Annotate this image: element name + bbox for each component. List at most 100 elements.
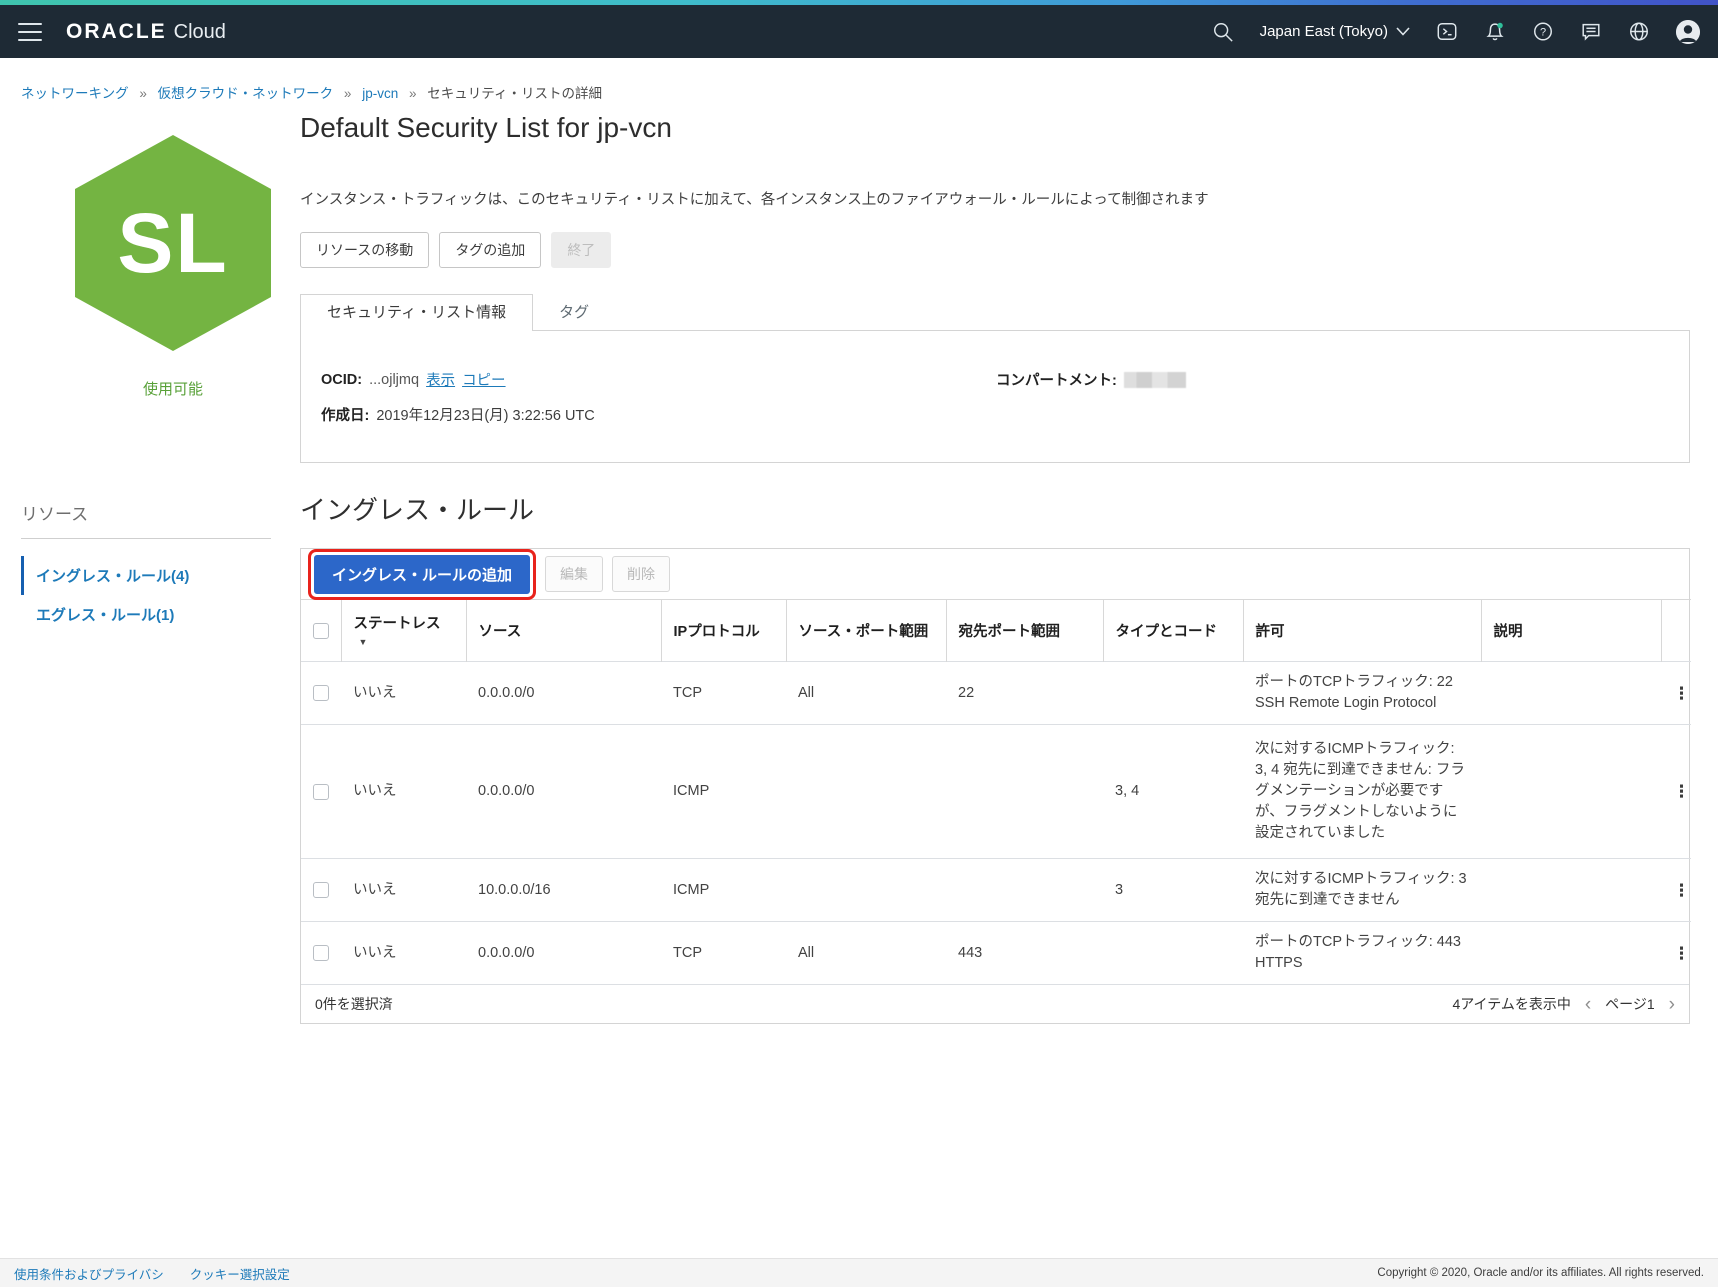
terms-privacy-link[interactable]: 使用条件およびプライバシ bbox=[14, 1264, 164, 1283]
row-kebab-menu-icon[interactable]: ⋮ bbox=[1661, 662, 1691, 725]
ingress-rules-table: ステートレス▼ ソース IPプロトコル ソース・ポート範囲 宛先ポート範囲 タイ… bbox=[301, 599, 1691, 984]
header-type-and-code: タイプとコード bbox=[1103, 600, 1243, 662]
add-ingress-rules-button[interactable]: イングレス・ルールの追加 bbox=[314, 555, 530, 594]
compartment-label: コンパートメント: bbox=[996, 369, 1117, 390]
sidebar-item-ingress-rules[interactable]: イングレス・ルール(4) bbox=[21, 556, 271, 595]
cell-protocol: TCP bbox=[661, 922, 786, 985]
cell-type-code bbox=[1103, 922, 1243, 985]
breadcrumb-networking[interactable]: ネットワーキング bbox=[21, 86, 129, 101]
header-actions bbox=[1661, 600, 1691, 662]
oracle-cloud-logo[interactable]: ORACLE Cloud bbox=[66, 20, 226, 44]
detail-tabs: セキュリティ・リスト情報 タグ bbox=[300, 294, 615, 331]
compartment-redacted-value bbox=[1124, 372, 1186, 388]
ingress-rules-table-container: イングレス・ルールの追加 編集 削除 ステートレス▼ ソース IPプロトコル ソ… bbox=[300, 548, 1690, 1024]
created-value: 2019年12月23日(月) 3:22:56 UTC bbox=[376, 404, 594, 425]
cell-allows: 次に対するICMPトラフィック: 3 宛先に到達できません bbox=[1243, 859, 1481, 922]
page-footer: 使用条件およびプライバシ クッキー選択設定 Copyright © 2020, … bbox=[0, 1258, 1718, 1287]
tab-tags[interactable]: タグ bbox=[533, 295, 615, 331]
cell-dst-port bbox=[946, 859, 1103, 922]
cell-allows: ポートのTCPトラフィック: 443 HTTPS bbox=[1243, 922, 1481, 985]
table-row: いいえ 0.0.0.0/0 TCP All 443 ポートのTCPトラフィック:… bbox=[301, 922, 1691, 985]
cell-stateless: いいえ bbox=[341, 725, 466, 859]
delete-button[interactable]: 削除 bbox=[612, 556, 670, 592]
sidebar-divider bbox=[21, 538, 271, 539]
resource-actions: リソースの移動 タグの追加 終了 bbox=[300, 232, 611, 268]
cookie-preferences-link[interactable]: クッキー選択設定 bbox=[190, 1264, 290, 1283]
cell-source: 0.0.0.0/0 bbox=[466, 725, 661, 859]
table-row: いいえ 10.0.0.0/16 ICMP 3 次に対するICMPトラフィック: … bbox=[301, 859, 1691, 922]
page-indicator: ページ1 bbox=[1605, 994, 1655, 1014]
cell-description bbox=[1481, 725, 1661, 859]
brand-oracle: ORACLE bbox=[66, 20, 167, 44]
sidebar-heading: リソース bbox=[21, 500, 88, 525]
move-resource-button[interactable]: リソースの移動 bbox=[300, 232, 429, 268]
tab-security-list-info[interactable]: セキュリティ・リスト情報 bbox=[300, 294, 533, 331]
row-kebab-menu-icon[interactable]: ⋮ bbox=[1661, 859, 1691, 922]
page-title: Default Security List for jp-vcn bbox=[300, 112, 672, 144]
select-all-header bbox=[301, 600, 341, 662]
edit-button[interactable]: 編集 bbox=[545, 556, 603, 592]
cell-dst-port: 443 bbox=[946, 922, 1103, 985]
selected-count: 0件を選択済 bbox=[315, 994, 393, 1014]
terminate-button[interactable]: 終了 bbox=[551, 232, 611, 268]
header-source-port-range: ソース・ポート範囲 bbox=[786, 600, 946, 662]
table-header-row: ステートレス▼ ソース IPプロトコル ソース・ポート範囲 宛先ポート範囲 タイ… bbox=[301, 600, 1691, 662]
row-checkbox[interactable] bbox=[313, 784, 329, 800]
page-description: インスタンス・トラフィックは、このセキュリティ・リストに加えて、各インスタンス上… bbox=[300, 188, 1209, 209]
status-available: 使用可能 bbox=[75, 378, 271, 399]
row-checkbox[interactable] bbox=[313, 882, 329, 898]
cell-allows: ポートのTCPトラフィック: 22 SSH Remote Login Proto… bbox=[1243, 662, 1481, 725]
badge-text: SL bbox=[117, 195, 228, 292]
ocid-label: OCID: bbox=[321, 372, 362, 388]
cell-dst-port: 22 bbox=[946, 662, 1103, 725]
cell-description bbox=[1481, 859, 1661, 922]
cell-stateless: いいえ bbox=[341, 662, 466, 725]
ocid-copy-link[interactable]: コピー bbox=[462, 369, 506, 390]
row-checkbox[interactable] bbox=[313, 685, 329, 701]
header-description: 説明 bbox=[1481, 600, 1661, 662]
header-ip-protocol: IPプロトコル bbox=[661, 600, 786, 662]
red-highlight-annotation: イングレス・ルールの追加 bbox=[308, 549, 536, 600]
copyright-text: Copyright © 2020, Oracle and/or its affi… bbox=[1377, 1267, 1704, 1279]
page-prev-icon[interactable]: ‹ bbox=[1585, 995, 1591, 1014]
table-toolbar: イングレス・ルールの追加 編集 削除 bbox=[301, 549, 1689, 599]
brand-cloud: Cloud bbox=[174, 21, 226, 44]
main-content: Default Security List for jp-vcn インスタンス・… bbox=[300, 0, 1690, 1287]
cell-protocol: ICMP bbox=[661, 725, 786, 859]
sidebar-nav: イングレス・ルール(4) エグレス・ルール(1) bbox=[21, 556, 271, 634]
cell-dst-port bbox=[946, 725, 1103, 859]
cell-src-port: All bbox=[786, 922, 946, 985]
table-footer: 0件を選択済 4アイテムを表示中 ‹ ページ1 › bbox=[301, 984, 1689, 1023]
cell-source: 0.0.0.0/0 bbox=[466, 922, 661, 985]
cell-source: 10.0.0.0/16 bbox=[466, 859, 661, 922]
cell-stateless: いいえ bbox=[341, 922, 466, 985]
sidebar-item-egress-rules[interactable]: エグレス・ルール(1) bbox=[21, 595, 271, 634]
items-showing: 4アイテムを表示中 bbox=[1452, 994, 1570, 1014]
cell-type-code bbox=[1103, 662, 1243, 725]
cell-type-code: 3 bbox=[1103, 859, 1243, 922]
ocid-value: ...ojljmq bbox=[369, 372, 419, 388]
row-kebab-menu-icon[interactable]: ⋮ bbox=[1661, 922, 1691, 985]
security-list-info-panel: OCID: ...ojljmq 表示 コピー 作成日: 2019年12月23日(… bbox=[300, 330, 1690, 463]
ocid-show-link[interactable]: 表示 bbox=[426, 369, 455, 390]
ingress-rules-heading: イングレス・ルール bbox=[300, 490, 534, 527]
cell-description bbox=[1481, 662, 1661, 725]
header-stateless[interactable]: ステートレス▼ bbox=[341, 600, 466, 662]
row-kebab-menu-icon[interactable]: ⋮ bbox=[1661, 725, 1691, 859]
cell-src-port bbox=[786, 725, 946, 859]
cell-source: 0.0.0.0/0 bbox=[466, 662, 661, 725]
sort-desc-icon: ▼ bbox=[359, 637, 368, 647]
created-label: 作成日: bbox=[321, 404, 369, 425]
cell-protocol: ICMP bbox=[661, 859, 786, 922]
page-next-icon[interactable]: › bbox=[1669, 995, 1675, 1014]
breadcrumb-separator: » bbox=[139, 86, 147, 101]
select-all-checkbox[interactable] bbox=[313, 623, 329, 639]
header-source: ソース bbox=[466, 600, 661, 662]
add-tags-button[interactable]: タグの追加 bbox=[439, 232, 541, 268]
row-checkbox[interactable] bbox=[313, 945, 329, 961]
table-row: いいえ 0.0.0.0/0 TCP All 22 ポートのTCPトラフィック: … bbox=[301, 662, 1691, 725]
hamburger-menu-icon[interactable] bbox=[18, 23, 42, 41]
cell-src-port bbox=[786, 859, 946, 922]
pagination: 4アイテムを表示中 ‹ ページ1 › bbox=[1452, 994, 1675, 1014]
security-list-hexagon-badge: SL bbox=[75, 135, 271, 351]
